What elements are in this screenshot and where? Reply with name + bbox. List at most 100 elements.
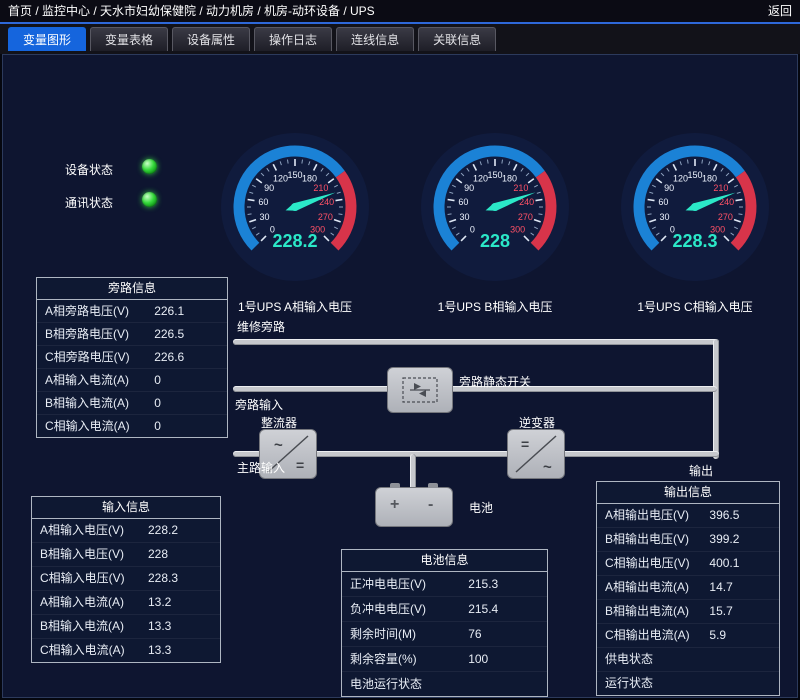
- row-value: 228: [148, 543, 220, 566]
- bypass-info-panel: 旁路信息 A相旁路电压(V)226.1B相旁路电压(V)226.5C相旁路电压(…: [36, 277, 228, 438]
- tab-connection-info[interactable]: 连线信息: [336, 27, 414, 51]
- svg-text:60: 60: [458, 197, 468, 207]
- table-row: 运行状态: [597, 672, 779, 695]
- row-label: C相输入电流(A): [45, 415, 154, 437]
- row-value: 13.3: [148, 639, 220, 662]
- tab-variable-graphics[interactable]: 变量图形: [8, 27, 86, 51]
- row-value: 100: [468, 647, 547, 671]
- svg-text:150: 150: [687, 170, 702, 180]
- panel-title: 电池信息: [342, 550, 547, 572]
- table-row: C相旁路电压(V)226.6: [37, 346, 227, 369]
- row-label: B相输入电流(A): [45, 392, 154, 414]
- row-value: 400.1: [709, 552, 779, 575]
- label-static-switch: 旁路静态开关: [459, 373, 531, 390]
- row-label: A相输入电流(A): [45, 369, 154, 391]
- table-row: A相旁路电压(V)226.1: [37, 300, 227, 323]
- row-value: 215.4: [468, 597, 547, 621]
- svg-text:120: 120: [673, 173, 688, 183]
- table-row: A相输入电流(A)0: [37, 369, 227, 392]
- svg-text:0: 0: [470, 225, 475, 235]
- table-row: 电池运行状态: [342, 672, 547, 696]
- panel-rows: A相旁路电压(V)226.1B相旁路电压(V)226.5C相旁路电压(V)226…: [37, 300, 227, 437]
- row-value: 228.2: [148, 519, 220, 542]
- row-label: A相输入电压(V): [40, 519, 148, 542]
- gauge-label: 1号UPS A相输入电压: [215, 298, 375, 315]
- output-info-panel: 输出信息 A相输出电压(V)396.5B相输出电压(V)399.2C相输出电压(…: [596, 481, 780, 696]
- table-row: B相输入电流(A)13.3: [32, 615, 220, 639]
- table-row: A相输出电压(V)396.5: [597, 504, 779, 528]
- device-status-led: [142, 159, 157, 174]
- row-label: 负冲电电压(V): [350, 597, 468, 621]
- gauge-dial: 0306090120150180210240270300228.3: [615, 121, 775, 293]
- table-row: C相输出电压(V)400.1: [597, 552, 779, 576]
- label-output: 输出: [689, 462, 713, 479]
- row-value: 0: [154, 415, 227, 437]
- tab-variable-table[interactable]: 变量表格: [90, 27, 168, 51]
- row-value: [468, 672, 547, 696]
- gauge-dial: 0306090120150180210240270300228.2: [215, 121, 375, 293]
- breadcrumb[interactable]: 首页 / 监控中心 / 天水市妇幼保健院 / 动力机房 / 机房-动环设备 / …: [8, 0, 375, 22]
- table-row: C相输入电流(A)0: [37, 415, 227, 437]
- svg-text:300: 300: [510, 225, 525, 235]
- row-value: 13.2: [148, 591, 220, 614]
- device-status-label: 设备状态: [65, 161, 113, 178]
- tab-related-info[interactable]: 关联信息: [418, 27, 496, 51]
- row-value: 0: [154, 369, 227, 391]
- row-value: [709, 672, 779, 695]
- svg-text:120: 120: [273, 173, 288, 183]
- battery-box: + -: [375, 487, 453, 527]
- row-label: C相输入电压(V): [40, 567, 148, 590]
- row-value: 226.6: [154, 346, 227, 368]
- row-value: 226.5: [154, 323, 227, 345]
- svg-text:90: 90: [464, 183, 474, 193]
- row-label: C相输出电压(V): [605, 552, 709, 575]
- svg-text:270: 270: [518, 212, 533, 222]
- comm-status-led: [142, 192, 157, 207]
- svg-text:150: 150: [287, 170, 302, 180]
- row-value: 396.5: [709, 504, 779, 527]
- svg-text:90: 90: [664, 183, 674, 193]
- rectifier-ac-symbol: ~: [274, 437, 283, 454]
- row-label: C相输入电流(A): [40, 639, 148, 662]
- svg-text:120: 120: [473, 173, 488, 183]
- table-row: B相输出电流(A)15.7: [597, 600, 779, 624]
- label-battery: 电池: [469, 499, 493, 516]
- static-switch-box: [387, 367, 453, 413]
- row-value: 13.3: [148, 615, 220, 638]
- row-value: 5.9: [709, 624, 779, 647]
- pipe-inverter-output: [561, 451, 719, 457]
- table-row: 正冲电电压(V)215.3: [342, 572, 547, 597]
- row-label: B相输入电流(A): [40, 615, 148, 638]
- comm-status-label: 通讯状态: [65, 194, 113, 211]
- svg-text:228.2: 228.2: [272, 231, 317, 251]
- table-row: 剩余容量(%)100: [342, 647, 547, 672]
- table-row: 剩余时间(M)76: [342, 622, 547, 647]
- row-label: 运行状态: [605, 672, 709, 695]
- gauge-phase-b: 0306090120150180210240270300228 1号UPS B相…: [415, 121, 575, 315]
- row-label: C相输出电流(A): [605, 624, 709, 647]
- label-rectifier: 整流器: [261, 414, 297, 431]
- svg-text:228.3: 228.3: [672, 231, 717, 251]
- battery-plus-sign: +: [390, 496, 399, 514]
- svg-text:30: 30: [460, 212, 470, 222]
- tab-operation-log[interactable]: 操作日志: [254, 27, 332, 51]
- gauge-dial: 0306090120150180210240270300228: [415, 121, 575, 293]
- row-value: 228.3: [148, 567, 220, 590]
- back-button[interactable]: 返回: [768, 0, 792, 22]
- row-value: 14.7: [709, 576, 779, 599]
- row-label: C相旁路电压(V): [45, 346, 154, 368]
- row-label: 剩余容量(%): [350, 647, 468, 671]
- table-row: 负冲电电压(V)215.4: [342, 597, 547, 622]
- inverter-dc-symbol: =: [521, 436, 529, 452]
- battery-terminal: [428, 483, 438, 488]
- tab-device-properties[interactable]: 设备属性: [172, 27, 250, 51]
- svg-text:60: 60: [258, 197, 268, 207]
- table-row: C相输入电流(A)13.3: [32, 639, 220, 662]
- pipe-main-input: [233, 451, 261, 457]
- row-value: 226.1: [154, 300, 227, 322]
- pipe-battery-drop: [410, 454, 416, 490]
- row-label: A相输出电压(V): [605, 504, 709, 527]
- svg-text:60: 60: [658, 197, 668, 207]
- gauge-label: 1号UPS C相输入电压: [615, 298, 775, 315]
- row-label: A相旁路电压(V): [45, 300, 154, 322]
